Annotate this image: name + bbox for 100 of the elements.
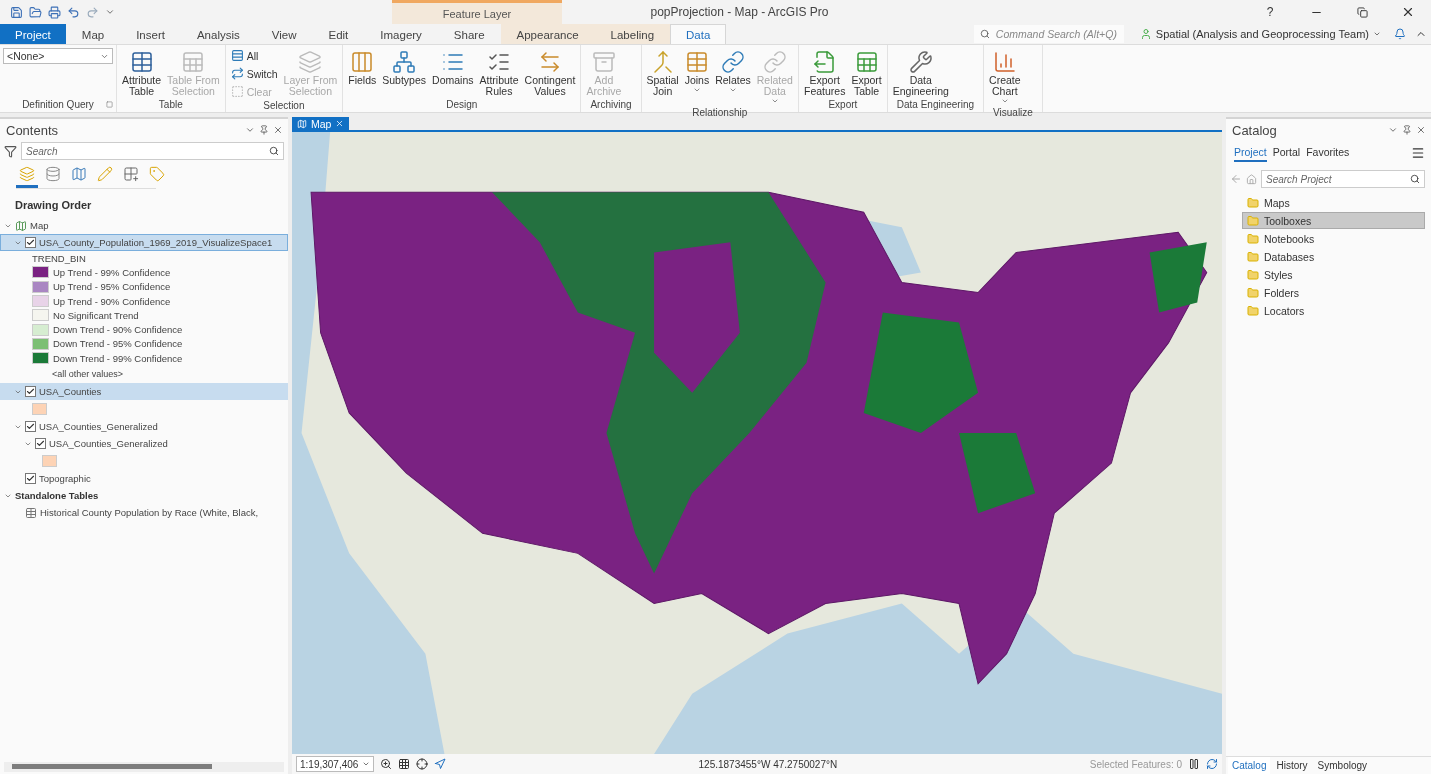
caret-icon xyxy=(728,86,737,94)
ribbon-button[interactable]: Switch xyxy=(228,65,280,82)
ribbon-button[interactable]: Export Table xyxy=(849,47,884,99)
catalog-item[interactable]: Folders xyxy=(1242,284,1425,301)
filter-icon[interactable] xyxy=(4,144,17,158)
scale-field[interactable]: 1:19,307,406 xyxy=(296,756,374,772)
ribbon-button[interactable]: Joins xyxy=(682,47,712,96)
catalog-item[interactable]: Toolboxes xyxy=(1242,212,1425,229)
catalog-item[interactable]: Locators xyxy=(1242,302,1425,319)
search-icon xyxy=(979,29,990,39)
ribbon-tab[interactable]: Data xyxy=(670,24,727,44)
checkbox[interactable] xyxy=(25,421,36,433)
grid-icon[interactable] xyxy=(398,758,410,770)
ribbon-tab[interactable]: Appearance xyxy=(500,24,595,44)
close-icon[interactable] xyxy=(335,119,345,128)
pane-tab[interactable]: Catalog xyxy=(1228,757,1271,774)
tree-item[interactable]: Historical County Population by Race (White, Black, xyxy=(0,504,288,522)
pin-icon[interactable] xyxy=(1402,124,1412,137)
ribbon-tab[interactable]: Project xyxy=(0,24,66,44)
tree-item[interactable]: USA_Counties xyxy=(0,383,288,401)
scrollbar[interactable] xyxy=(4,762,284,772)
field-name: TREND_BIN xyxy=(32,252,86,264)
ribbon-tab[interactable]: Map xyxy=(65,24,121,44)
ribbon-tab[interactable]: Labeling xyxy=(594,24,671,44)
ribbon-button[interactable]: Contingent Values xyxy=(522,47,578,99)
checkbox[interactable] xyxy=(25,473,36,485)
ribbon-button[interactable]: Attribute Rules xyxy=(477,47,521,99)
printer-icon[interactable] xyxy=(48,5,61,19)
tree-item[interactable]: Standalone Tables xyxy=(0,487,288,505)
source-tab[interactable]: Favorites xyxy=(1306,146,1350,162)
menu-icon[interactable] xyxy=(1411,146,1425,160)
search-icon xyxy=(1410,174,1420,184)
navigation-icon[interactable] xyxy=(434,758,446,770)
search-icon xyxy=(269,146,279,156)
ribbon-button[interactable]: Fields xyxy=(346,47,379,88)
ribbon-tab[interactable]: Edit xyxy=(312,24,365,44)
ribbon-tab[interactable]: Analysis xyxy=(180,24,256,44)
account-button[interactable]: Spatial (Analysis and Geoprocessing Team) xyxy=(1131,24,1389,44)
source-tab[interactable]: Portal xyxy=(1272,146,1301,162)
ribbon-button[interactable]: All xyxy=(228,47,280,64)
ribbon-button[interactable]: Subtypes xyxy=(380,47,429,88)
contextual-tab-header: Feature Layer xyxy=(392,0,562,24)
ribbon-tab[interactable]: Imagery xyxy=(364,24,438,44)
ribbon-button[interactable]: Export Features xyxy=(801,47,848,99)
folder-icon[interactable] xyxy=(29,5,42,19)
columns-icon xyxy=(350,49,375,75)
layer-name: USA_County_Population_1969_2019_VisualizeSpace1 xyxy=(39,237,273,248)
ribbon-tab[interactable]: Insert xyxy=(120,24,181,44)
pin-icon[interactable] xyxy=(259,124,269,137)
tree-item[interactable]: Map xyxy=(0,217,288,234)
legend-label: Down Trend - 90% Confidence xyxy=(53,324,183,336)
folder-icon xyxy=(1247,196,1259,209)
checkbox[interactable] xyxy=(35,438,46,450)
ribbon-button[interactable]: Create Chart xyxy=(987,47,1023,107)
ribbon-tab[interactable]: Share xyxy=(437,24,501,44)
group-label: Data Engineering xyxy=(895,99,976,112)
tree-item[interactable]: Topographic xyxy=(0,470,288,488)
zoom-icon[interactable] xyxy=(380,758,392,770)
pane-tab[interactable]: History xyxy=(1272,757,1312,774)
redo-icon[interactable] xyxy=(86,5,99,19)
tree-item[interactable]: USA_Counties_Generalized xyxy=(0,418,288,436)
command-search-field[interactable]: Command Search (Alt+Q) xyxy=(973,25,1124,43)
map-view-tab[interactable]: Map xyxy=(292,117,350,130)
ribbon-button[interactable]: Data Engineering xyxy=(890,47,951,99)
ribbon-button[interactable]: Attribute Table xyxy=(120,47,164,99)
square-icon xyxy=(230,84,244,99)
search-field[interactable]: Search Project xyxy=(1261,170,1425,188)
search-field[interactable]: Search xyxy=(21,142,284,160)
query-dropdown[interactable]: <None> xyxy=(3,48,113,64)
pane-tab[interactable]: Symbology xyxy=(1313,757,1372,774)
group-label: Design xyxy=(445,99,479,112)
ribbon-tab[interactable]: View xyxy=(255,24,313,44)
coordinates-readout: 125.1873455°W 47.2750027°N xyxy=(697,758,839,770)
group-label: Table xyxy=(157,99,184,112)
legend-label: No Significant Trend xyxy=(53,309,139,321)
tree-item[interactable]: USA_Counties_Generalized xyxy=(0,435,288,453)
back-icon[interactable] xyxy=(1230,173,1242,185)
home-icon[interactable] xyxy=(1246,173,1257,185)
tree-item[interactable]: USA_County_Population_1969_2019_VisualizeSpace1 xyxy=(0,234,288,251)
pane-title: Catalog xyxy=(1232,123,1277,138)
crosshair-icon[interactable] xyxy=(416,758,428,770)
ribbon-button[interactable]: Spatial Join xyxy=(644,47,681,99)
legend-label: <all other values> xyxy=(52,369,124,380)
checkbox[interactable] xyxy=(25,386,36,398)
hierarchy-icon xyxy=(392,49,417,75)
caret-icon[interactable] xyxy=(105,7,115,17)
checkbox[interactable] xyxy=(25,237,36,248)
catalog-item[interactable]: Databases xyxy=(1242,248,1425,265)
catalog-item[interactable]: Notebooks xyxy=(1242,230,1425,247)
help-button[interactable]: ? xyxy=(1247,0,1293,24)
undo-icon[interactable] xyxy=(67,5,80,19)
pause-icon[interactable] xyxy=(1188,758,1200,770)
source-tab[interactable]: Project xyxy=(1234,146,1267,162)
catalog-item[interactable]: Maps xyxy=(1242,194,1425,211)
folder-icon xyxy=(1247,304,1259,317)
layers-icon[interactable] xyxy=(16,166,38,188)
ribbon-button[interactable]: Relates xyxy=(713,47,753,96)
catalog-item[interactable]: Styles xyxy=(1242,266,1425,283)
refresh-icon[interactable] xyxy=(1206,758,1218,770)
ribbon-button[interactable]: Domains xyxy=(430,47,476,88)
